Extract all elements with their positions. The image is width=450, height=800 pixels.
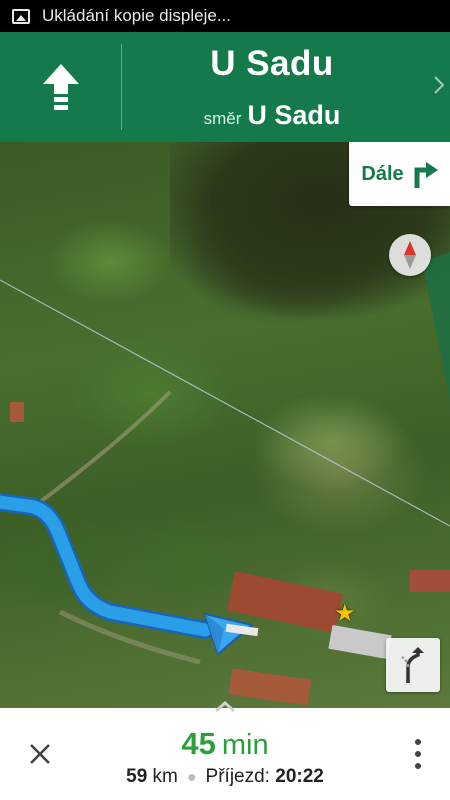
straight-arrow-icon xyxy=(43,64,79,110)
separator-dot: ● xyxy=(186,769,197,786)
eta-minutes: 45 xyxy=(181,726,216,761)
arrival-label: Příjezd: xyxy=(205,766,270,787)
chevron-up-icon[interactable] xyxy=(214,700,236,714)
next-turn-label: Dále xyxy=(361,162,404,185)
direction-line: směr U Sadu xyxy=(124,100,420,131)
alternate-route-icon[interactable] xyxy=(386,638,440,692)
satellite-map[interactable]: ★ Dále xyxy=(0,142,450,708)
distance-unit: km xyxy=(152,766,178,787)
turn-right-icon xyxy=(414,162,438,188)
star-icon[interactable]: ★ xyxy=(334,599,356,628)
trip-details: 59 km ● Příjezd: 20:22 xyxy=(60,766,390,788)
maneuver-cell xyxy=(0,32,122,142)
more-vert-icon[interactable] xyxy=(406,736,430,772)
route-layer xyxy=(0,252,450,665)
direction-word: směr xyxy=(203,109,242,128)
direction-name: U Sadu xyxy=(247,100,341,130)
eta-unit: min xyxy=(221,729,269,761)
navigation-header[interactable]: U Sadu směr U Sadu xyxy=(0,32,450,142)
chevron-right-icon[interactable] xyxy=(434,76,445,100)
image-icon xyxy=(12,8,30,24)
close-icon[interactable] xyxy=(22,736,58,772)
notification-text: Ukládání kopie displeje... xyxy=(42,6,232,25)
next-turn-button[interactable]: Dále xyxy=(349,142,450,206)
compass-icon[interactable] xyxy=(389,234,431,276)
street-name: U Sadu xyxy=(210,44,334,83)
trip-summary-bar[interactable]: 45 min 59 km ● Příjezd: 20:22 xyxy=(0,700,450,800)
status-bar: Ukládání kopie displeje... xyxy=(0,0,450,32)
distance-value: 59 xyxy=(126,766,148,787)
arrival-time: 20:22 xyxy=(275,766,324,787)
eta: 45 min xyxy=(80,726,370,762)
